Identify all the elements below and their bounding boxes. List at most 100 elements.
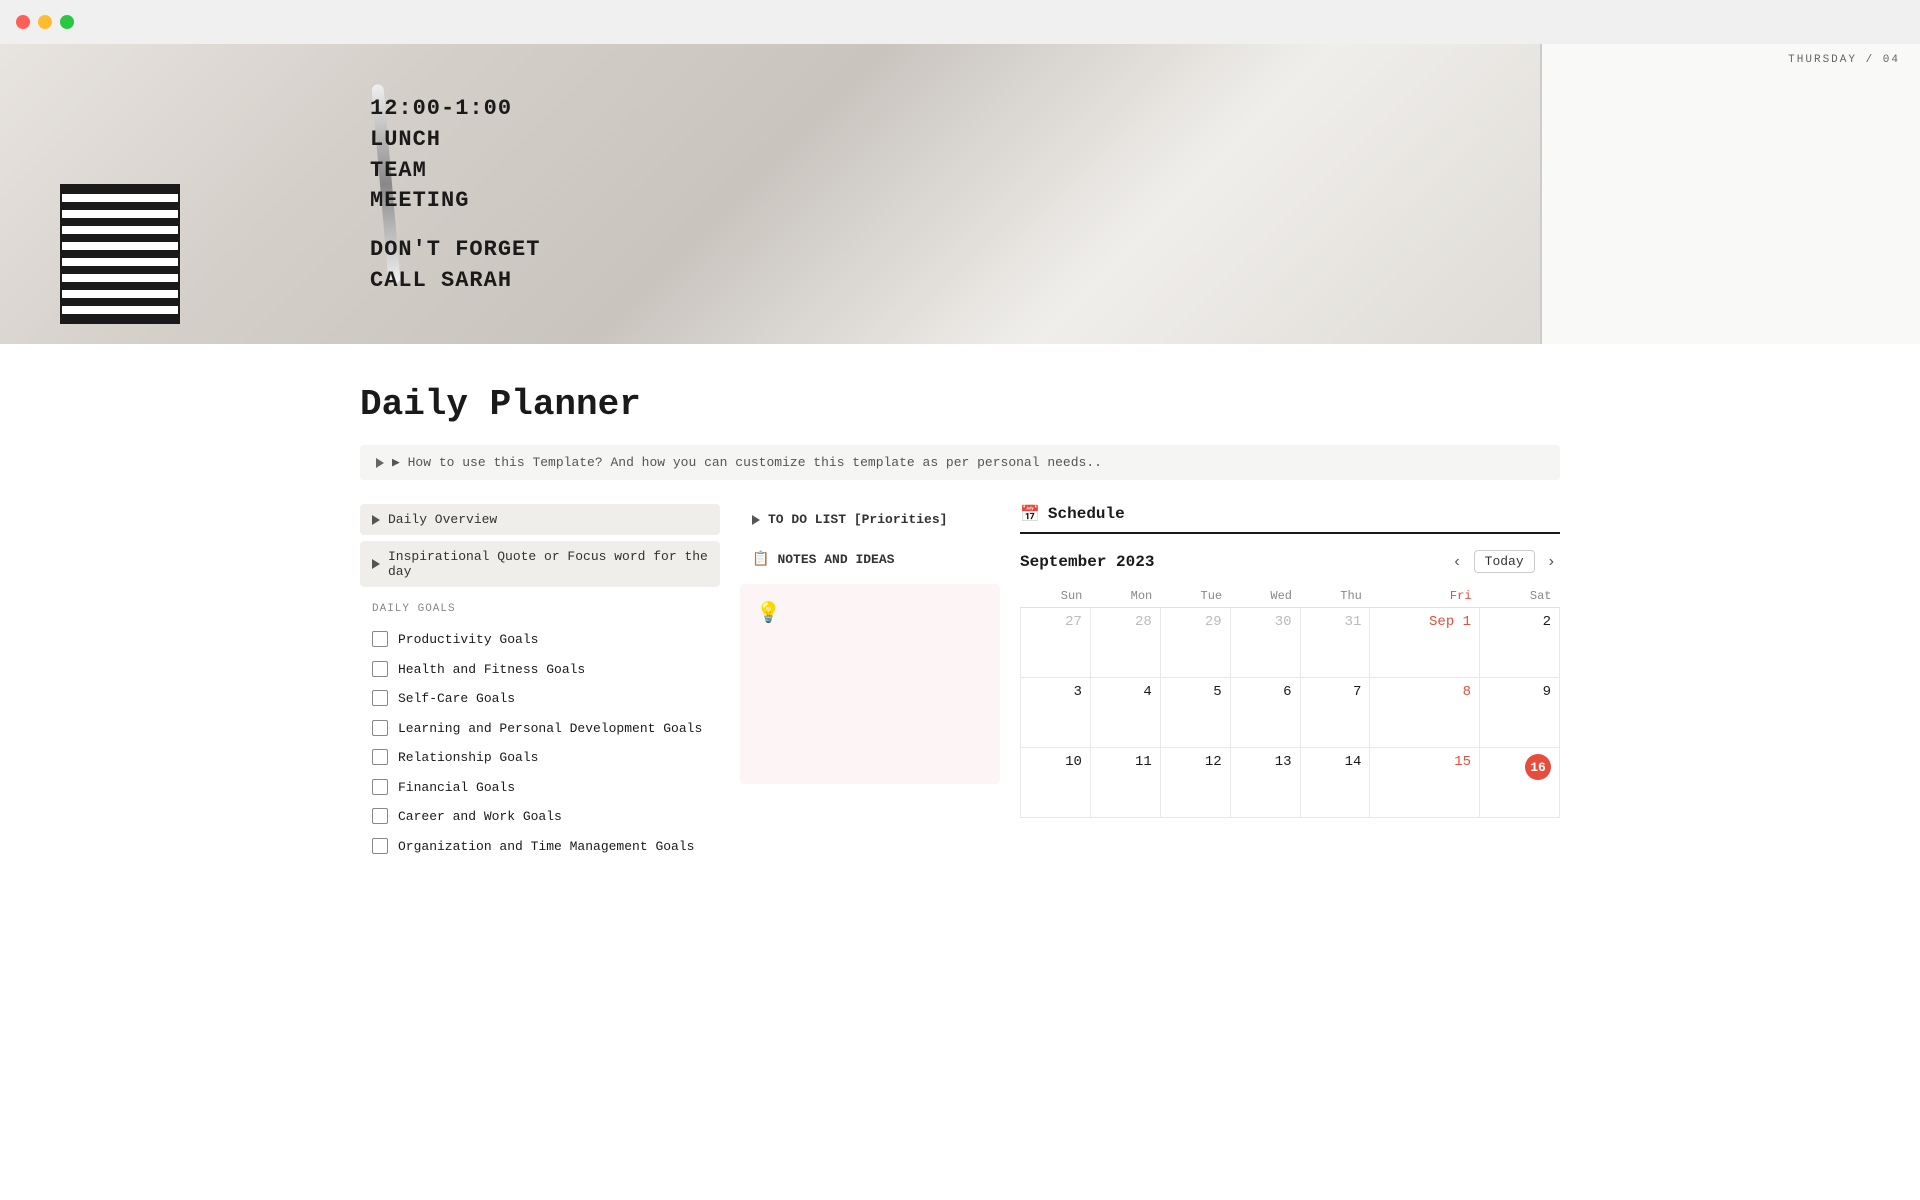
right-column-calendar: 📅 Schedule September 2023 ‹ Today › Sun [1020, 504, 1560, 818]
todo-label: TO DO LIST [Priorities] [768, 512, 947, 527]
cal-day-sep10[interactable]: 10 [1021, 748, 1091, 818]
cal-day-aug30[interactable]: 30 [1230, 608, 1300, 678]
notes-label: NOTES AND IDEAS [777, 552, 894, 567]
goal-text-career: Career and Work Goals [398, 807, 562, 827]
goal-checkbox-career[interactable] [372, 808, 388, 824]
schedule-header: 📅 Schedule [1020, 504, 1560, 534]
goal-checkbox-selfcare[interactable] [372, 690, 388, 706]
calendar-week-2: 3 4 5 6 7 8 9 [1021, 678, 1560, 748]
calendar-month-year: September 2023 [1020, 553, 1154, 571]
todo-toggle[interactable]: TO DO LIST [Priorities] [740, 504, 1000, 535]
hero-banner: 12:00-1:00LUNCHTEAMMEETING DON'T FORGETC… [0, 44, 1920, 344]
goal-checkbox-financial[interactable] [372, 779, 388, 795]
cal-day-aug31[interactable]: 31 [1300, 608, 1370, 678]
goal-text-learning: Learning and Personal Development Goals [398, 719, 702, 739]
cal-day-sep5[interactable]: 5 [1160, 678, 1230, 748]
schedule-title: Schedule [1048, 505, 1125, 523]
lined-paper-decoration: THURSDAY / 04 [1540, 44, 1920, 344]
daily-goals-label: DAILY GOALS [372, 603, 720, 615]
calendar-nav-controls: ‹ Today › [1448, 550, 1560, 573]
inspirational-quote-label: Inspirational Quote or Focus word for th… [388, 549, 708, 579]
cal-day-sep2[interactable]: 2 [1480, 608, 1560, 678]
hint-bar[interactable]: ▶ How to use this Template? And how you … [360, 445, 1560, 480]
goal-item-selfcare[interactable]: Self-Care Goals [360, 684, 720, 714]
calendar-week-1: 27 28 29 30 31 Sep 1 2 [1021, 608, 1560, 678]
goal-checkbox-health[interactable] [372, 661, 388, 677]
calendar-nav: September 2023 ‹ Today › [1020, 550, 1560, 573]
cal-day-sep13[interactable]: 13 [1230, 748, 1300, 818]
cal-day-sep7[interactable]: 7 [1300, 678, 1370, 748]
goal-item-health[interactable]: Health and Fitness Goals [360, 655, 720, 685]
cal-day-sep6[interactable]: 6 [1230, 678, 1300, 748]
goal-item-financial[interactable]: Financial Goals [360, 773, 720, 803]
cal-day-sep1[interactable]: Sep 1 [1370, 608, 1480, 678]
cal-header-thu: Thu [1300, 585, 1370, 608]
toggle-triangle-icon-2 [372, 559, 380, 569]
todo-triangle-icon [752, 515, 760, 525]
cal-day-sep11[interactable]: 11 [1090, 748, 1160, 818]
main-content: Daily Planner ▶ How to use this Template… [300, 344, 1620, 921]
left-column: Daily Overview Inspirational Quote or Fo… [360, 504, 720, 861]
lightbulb-icon: 💡 [756, 600, 781, 626]
goal-checkbox-learning[interactable] [372, 720, 388, 736]
cal-day-aug29[interactable]: 29 [1160, 608, 1230, 678]
cal-day-sep16-today[interactable]: 16 [1480, 748, 1560, 818]
titlebar [0, 0, 1920, 44]
calendar-grid: Sun Mon Tue Wed Thu Fri Sat 27 [1020, 585, 1560, 818]
cal-header-sun: Sun [1021, 585, 1091, 608]
cal-day-sep3[interactable]: 3 [1021, 678, 1091, 748]
goal-checkbox-organization[interactable] [372, 838, 388, 854]
notes-icon: 📋 [752, 551, 769, 568]
cal-header-wed: Wed [1230, 585, 1300, 608]
cal-day-sep15[interactable]: 15 [1370, 748, 1480, 818]
goal-item-learning[interactable]: Learning and Personal Development Goals [360, 714, 720, 744]
minimize-button[interactable] [38, 15, 52, 29]
close-button[interactable] [16, 15, 30, 29]
notes-decoration: 12:00-1:00LUNCHTEAMMEETING DON'T FORGETC… [350, 74, 1720, 344]
cal-header-tue: Tue [1160, 585, 1230, 608]
three-col-layout: Daily Overview Inspirational Quote or Fo… [360, 504, 1560, 861]
daily-overview-label: Daily Overview [388, 512, 497, 527]
goal-text-health: Health and Fitness Goals [398, 660, 585, 680]
goal-item-relationship[interactable]: Relationship Goals [360, 743, 720, 773]
calendar-today-button[interactable]: Today [1474, 550, 1535, 573]
goal-text-organization: Organization and Time Management Goals [398, 837, 694, 857]
notes-content-area[interactable]: 💡 [740, 584, 1000, 784]
middle-column: TO DO LIST [Priorities] 📋 NOTES AND IDEA… [740, 504, 1000, 784]
goal-item-organization[interactable]: Organization and Time Management Goals [360, 832, 720, 862]
calendar-next-button[interactable]: › [1543, 551, 1560, 573]
fullscreen-button[interactable] [60, 15, 74, 29]
hint-bar-text: ▶ How to use this Template? And how you … [392, 455, 1102, 470]
goal-text-productivity: Productivity Goals [398, 630, 538, 650]
toggle-triangle-icon [372, 515, 380, 525]
goal-text-relationship: Relationship Goals [398, 748, 538, 768]
cal-day-aug27[interactable]: 27 [1021, 608, 1091, 678]
calendar-prev-button[interactable]: ‹ [1448, 551, 1465, 573]
goal-text-financial: Financial Goals [398, 778, 515, 798]
goal-item-productivity[interactable]: Productivity Goals [360, 625, 720, 655]
daily-overview-toggle[interactable]: Daily Overview [360, 504, 720, 535]
today-badge: 16 [1525, 754, 1551, 780]
page: 12:00-1:00LUNCHTEAMMEETING DON'T FORGETC… [0, 44, 1920, 921]
cal-day-sep8[interactable]: 8 [1370, 678, 1480, 748]
cal-day-sep4[interactable]: 4 [1090, 678, 1160, 748]
goal-checkbox-productivity[interactable] [372, 631, 388, 647]
goal-text-selfcare: Self-Care Goals [398, 689, 515, 709]
notes-section-header: 📋 NOTES AND IDEAS [740, 543, 1000, 576]
calendar-week-3: 10 11 12 13 14 15 16 [1021, 748, 1560, 818]
cal-day-sep14[interactable]: 14 [1300, 748, 1370, 818]
cal-header-mon: Mon [1090, 585, 1160, 608]
inspirational-quote-toggle[interactable]: Inspirational Quote or Focus word for th… [360, 541, 720, 587]
notebook-decoration [60, 184, 180, 324]
calendar-header-row: Sun Mon Tue Wed Thu Fri Sat [1021, 585, 1560, 608]
page-title: Daily Planner [360, 384, 1560, 425]
cal-header-sat: Sat [1480, 585, 1560, 608]
cal-header-fri: Fri [1370, 585, 1480, 608]
hint-triangle-icon [376, 458, 384, 468]
cal-day-aug28[interactable]: 28 [1090, 608, 1160, 678]
goal-item-career[interactable]: Career and Work Goals [360, 802, 720, 832]
cal-day-sep12[interactable]: 12 [1160, 748, 1230, 818]
calendar-icon: 📅 [1020, 504, 1040, 524]
cal-day-sep9[interactable]: 9 [1480, 678, 1560, 748]
goal-checkbox-relationship[interactable] [372, 749, 388, 765]
